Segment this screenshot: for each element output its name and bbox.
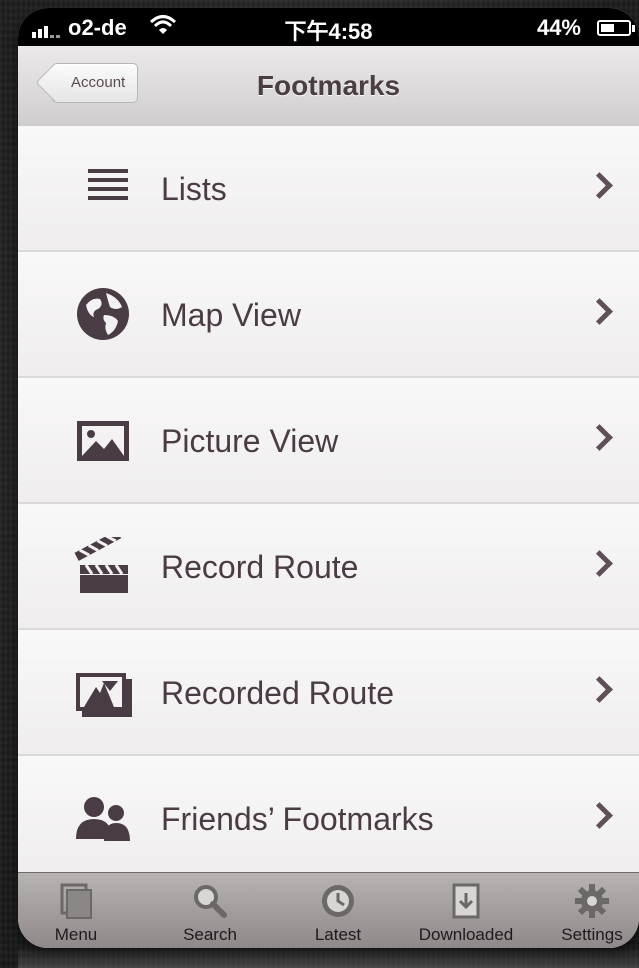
tab-latest[interactable]: Latest	[288, 873, 388, 948]
chevron-right-icon	[586, 298, 613, 325]
chevron-right-icon	[586, 802, 613, 829]
menu-item-label: Lists	[161, 171, 227, 207]
clapperboard-icon	[74, 530, 132, 595]
battery-icon	[597, 20, 635, 36]
list-icon	[74, 159, 132, 217]
menu-item-recorded-route[interactable]: Recorded Route	[18, 630, 639, 756]
people-icon	[74, 789, 132, 847]
menu-item-label: Picture View	[161, 423, 339, 459]
tab-downloaded[interactable]: Downloaded	[404, 873, 528, 948]
page-title: Footmarks	[256, 70, 401, 101]
search-icon	[192, 883, 228, 919]
tab-menu[interactable]: Menu	[26, 873, 126, 948]
menu-item-record-route[interactable]: Record Route	[18, 504, 639, 630]
menu-item-lists[interactable]: Lists	[18, 126, 639, 252]
tab-label: Settings	[561, 925, 623, 944]
chevron-right-icon	[586, 676, 613, 703]
download-icon	[448, 883, 484, 919]
clock-icon	[320, 883, 356, 919]
status-bar: o2-de 下午4:58 44%	[18, 8, 639, 46]
chevron-right-icon	[586, 172, 613, 199]
menu-item-label: Map View	[161, 297, 301, 333]
tab-label: Downloaded	[418, 925, 514, 944]
gear-icon	[574, 883, 610, 919]
chevron-right-icon	[586, 550, 613, 577]
menu-list: Lists Map View Picture View Record Route…	[18, 126, 639, 882]
globe-icon	[74, 285, 132, 343]
tab-label: Latest	[314, 925, 362, 944]
menu-item-picture-view[interactable]: Picture View	[18, 378, 639, 504]
tab-label: Menu	[54, 925, 98, 944]
menu-icon	[58, 883, 94, 919]
tab-search[interactable]: Search	[160, 873, 260, 948]
navigation-bar: Account Footmarks	[18, 46, 639, 127]
tab-settings[interactable]: Settings	[546, 873, 638, 948]
menu-item-friends-footmarks[interactable]: Friends’ Footmarks	[18, 756, 639, 882]
menu-item-label: Record Route	[161, 549, 359, 585]
picture-icon	[74, 411, 132, 469]
menu-item-label: Recorded Route	[161, 675, 395, 711]
battery-percent: 44%	[536, 15, 581, 40]
menu-item-map-view[interactable]: Map View	[18, 252, 639, 378]
screen-reflection	[18, 946, 639, 968]
menu-item-label: Friends’ Footmarks	[161, 801, 434, 837]
phone-screen: o2-de 下午4:58 44% Account Footmarks Lists…	[18, 8, 639, 948]
photo-stack-icon	[74, 663, 132, 721]
tab-label: Search	[183, 925, 237, 944]
tab-bar: Menu Search Latest Downloaded Settings	[18, 872, 639, 948]
chevron-right-icon	[586, 424, 613, 451]
